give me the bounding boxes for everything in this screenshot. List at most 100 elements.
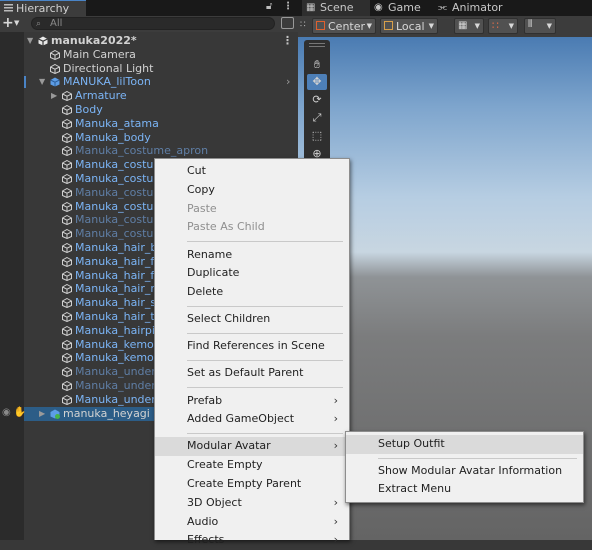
pivot-mode-label: Center (328, 20, 366, 33)
menu-item-setup-outfit[interactable]: Setup Outfit (346, 435, 583, 454)
gameobject-icon (62, 132, 72, 143)
gameobject-icon (62, 160, 72, 171)
kebab-menu-icon[interactable]: ⋮ (283, 1, 293, 12)
menu-item-cut[interactable]: Cut (155, 162, 349, 181)
scale-snap-dropdown[interactable]: ⫴ ▼ (524, 18, 556, 34)
menu-item-3d-object[interactable]: 3D Object › (155, 494, 349, 513)
hierarchy-row-label: Manuka_hair_tw (75, 310, 164, 323)
tab-game[interactable]: ◉ Game (370, 0, 434, 16)
hierarchy-row[interactable]: Manuka_body (24, 131, 298, 145)
menu-item-label: Find References in Scene (187, 339, 325, 353)
tab-hierarchy-label: Hierarchy (16, 2, 70, 15)
hierarchy-row[interactable]: Directional Light (24, 62, 298, 76)
ruler-icon: ⫴ (528, 19, 533, 30)
scene-tool-overlay: ✋︎ ✥ ⟳ ⤢ ⬚ ⊕ (304, 40, 330, 166)
local-space-icon (384, 21, 393, 30)
menu-item-set-as-default-parent[interactable]: Set as Default Parent (155, 364, 349, 383)
overlay-grip (309, 46, 325, 47)
hierarchy-search[interactable]: ⌕ (31, 17, 275, 30)
hierarchy-row[interactable]: ▼ manuka2022* ⋮ (24, 34, 298, 48)
menu-item-paste: Paste (155, 200, 349, 219)
menu-item-label: Create Empty (187, 458, 263, 472)
tab-scene-label: Scene (320, 1, 354, 14)
scene-toolbar: ∷ Center ▼ Local ▼ ▦ ▼ ∷ ▼ ⫴ ▼ (298, 16, 592, 37)
hierarchy-row-label: Manuka_costum (75, 185, 165, 199)
hierarchy-row[interactable]: Body (24, 103, 298, 117)
tab-scene[interactable]: ▦ Scene (302, 0, 370, 16)
hierarchy-row[interactable]: Main Camera (24, 48, 298, 62)
hierarchy-row[interactable]: ▼ MANUKA_lilToon › (24, 75, 298, 89)
pivot-mode-dropdown[interactable]: Center ▼ (312, 18, 376, 34)
open-prefab-icon[interactable]: › (286, 75, 290, 88)
expand-open-icon[interactable]: ▼ (39, 77, 45, 86)
menu-separator (187, 241, 343, 243)
modular-avatar-submenu: Setup Outfit Show Modular Avatar Informat… (345, 431, 584, 503)
menu-item-delete[interactable]: Delete (155, 283, 349, 302)
scene-options-icon[interactable]: ⋮ (282, 34, 293, 47)
hierarchy-row-label: Armature (75, 89, 127, 103)
hierarchy-row[interactable]: Manuka_atama (24, 117, 298, 131)
gameobject-icon (62, 367, 72, 378)
chevron-down-icon[interactable]: ▼ (14, 19, 19, 27)
hierarchy-row-label: Manuka_kemon (75, 351, 161, 365)
search-input[interactable] (50, 18, 260, 29)
menu-item-rename[interactable]: Rename (155, 246, 349, 265)
hierarchy-row[interactable]: ▶ Armature (24, 89, 298, 103)
menu-item-show-modular-avatar-information[interactable]: Show Modular Avatar Information (346, 462, 583, 481)
scene-visibility-icon[interactable] (281, 17, 294, 29)
increment-snap-dropdown[interactable]: ∷ ▼ (488, 18, 518, 34)
tab-animator[interactable]: ⫘ Animator (434, 0, 514, 16)
hierarchy-row-label: MANUKA_lilToon (63, 75, 151, 89)
gameobject-icon (62, 380, 72, 392)
rect-tool-icon[interactable]: ⬚ (307, 128, 327, 144)
space-dropdown[interactable]: Local ▼ (380, 18, 438, 34)
menu-item-label: Create Empty Parent (187, 477, 302, 490)
menu-item-extract-menu[interactable]: Extract Menu (346, 480, 583, 499)
move-tool-icon[interactable]: ✥ (307, 74, 327, 90)
hierarchy-row-label: Main Camera (63, 47, 136, 61)
expand-open-icon[interactable]: ▼ (27, 36, 33, 45)
hierarchy-row-label: Manuka_underw (75, 379, 165, 392)
expand-closed-icon[interactable]: ▶ (51, 91, 57, 100)
hierarchy-row-label: Manuka_hair_fro (75, 268, 166, 282)
gameobject-icon (62, 118, 72, 129)
menu-item-create-empty-parent[interactable]: Create Empty Parent (155, 475, 349, 494)
menu-item-prefab[interactable]: Prefab › (155, 392, 349, 411)
menu-item-added-gameobject[interactable]: Added GameObject › (155, 410, 349, 429)
hierarchy-row[interactable]: Manuka_costume_apron (24, 144, 298, 158)
menu-item-duplicate[interactable]: Duplicate (155, 264, 349, 283)
lock-icon[interactable]: 🔓︎ (266, 1, 272, 12)
menu-item-create-empty[interactable]: Create Empty (155, 456, 349, 475)
menu-item-label: Duplicate (187, 266, 240, 280)
grid-snap-dropdown[interactable]: ▦ ▼ (454, 18, 484, 34)
gameobject-icon (62, 394, 72, 405)
menu-separator (378, 457, 577, 459)
hierarchy-row-label: Manuka_body (75, 130, 151, 144)
menu-item-label: Paste (187, 201, 217, 215)
menu-separator (187, 387, 343, 389)
menu-item-modular-avatar[interactable]: Modular Avatar › (155, 437, 349, 457)
add-icon[interactable]: + (2, 15, 14, 31)
grip-icon: ∷ (300, 20, 306, 30)
menu-item-find-references-in-scene[interactable]: Find References in Scene (155, 337, 349, 356)
rotate-tool-icon[interactable]: ⟳ (307, 92, 327, 108)
game-icon: ◉ (374, 2, 383, 13)
menu-item-label: Copy (187, 182, 215, 196)
tab-hierarchy[interactable]: Hierarchy (0, 0, 86, 16)
hierarchy-row-label: Manuka_costum (75, 172, 165, 185)
expand-closed-icon[interactable]: ▶ (39, 409, 45, 418)
scale-tool-icon[interactable]: ⤢ (307, 110, 327, 126)
visibility-icon[interactable]: ◉ ✋ (2, 407, 26, 418)
unity-icon (38, 36, 48, 46)
menu-item-label: Prefab (187, 393, 223, 407)
menu-item-copy[interactable]: Copy (155, 181, 349, 200)
animator-icon: ⫘ (438, 2, 447, 13)
menu-item-effects[interactable]: Effects › (155, 531, 349, 550)
hierarchy-row-label: Manuka_costum (75, 213, 165, 227)
menu-item-label: Added GameObject (187, 412, 295, 426)
menu-item-audio[interactable]: Audio › (155, 513, 349, 532)
menu-item-select-children[interactable]: Select Children (155, 310, 349, 329)
gameobject-icon (50, 49, 60, 60)
menu-separator (187, 333, 343, 335)
hand-tool-icon[interactable]: ✋︎ (307, 57, 327, 73)
